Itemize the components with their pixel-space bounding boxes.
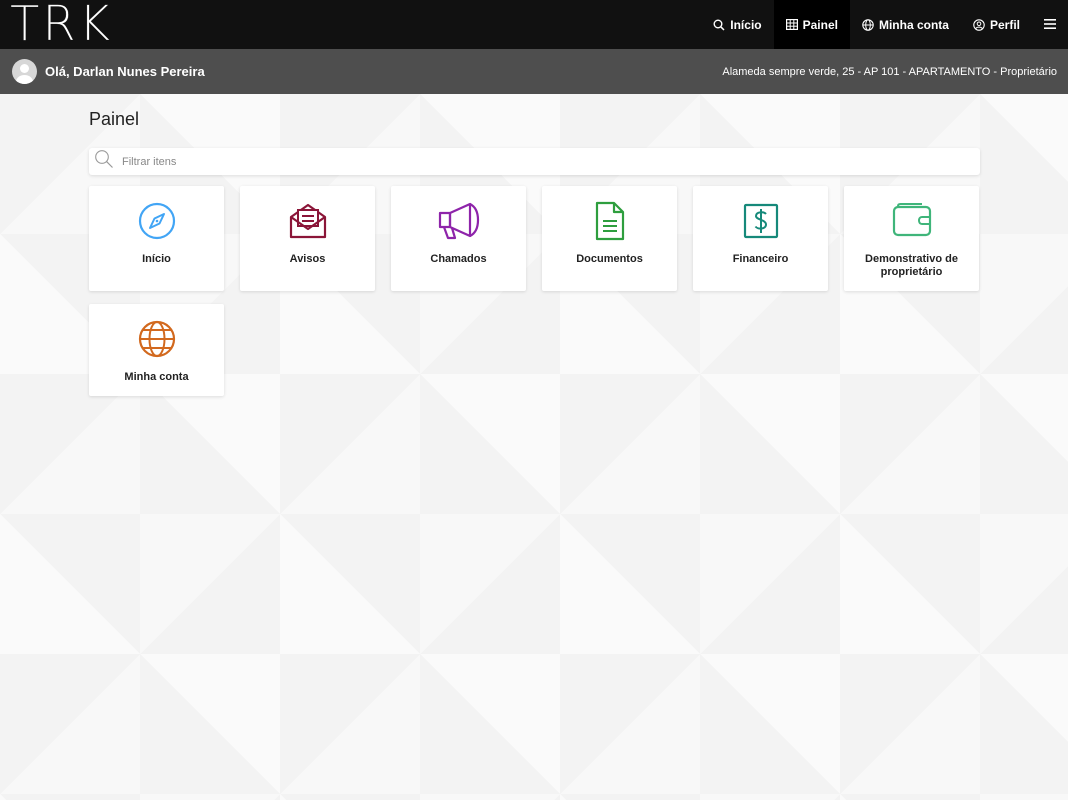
dollar-icon bbox=[742, 201, 780, 241]
grid-icon bbox=[785, 19, 798, 30]
tile-label: Minha conta bbox=[124, 371, 189, 383]
nav-item-label: Perfil bbox=[989, 17, 1020, 32]
nav-item-label: Início bbox=[730, 17, 762, 32]
tile-avisos[interactable]: Avisos bbox=[240, 186, 375, 291]
compass-icon bbox=[137, 201, 177, 241]
hamburger-menu-button[interactable] bbox=[1032, 0, 1068, 49]
search-icon bbox=[94, 149, 114, 174]
nav-item-label: Painel bbox=[802, 17, 838, 32]
globe-icon bbox=[862, 18, 874, 31]
tile-minha-conta[interactable]: Minha conta bbox=[89, 304, 224, 396]
hamburger-menu-icon bbox=[1044, 16, 1056, 34]
user-greeting: Olá, Darlan Nunes Pereira bbox=[45, 64, 205, 79]
page-title: Painel bbox=[89, 109, 140, 129]
tile-label: Chamados bbox=[430, 253, 487, 265]
brand-logo[interactable]: TRK bbox=[0, 0, 113, 49]
user-bar: Olá, Darlan Nunes Pereira Alameda sempre… bbox=[0, 49, 1068, 94]
nav-item-label: Minha conta bbox=[878, 17, 949, 32]
mail-open-icon bbox=[288, 201, 328, 241]
tile-inicio[interactable]: Início bbox=[89, 186, 224, 291]
tile-documentos[interactable]: Documentos bbox=[542, 186, 677, 291]
document-icon bbox=[593, 201, 627, 241]
nav-item-perfil[interactable]: Perfil bbox=[961, 0, 1032, 49]
wallet-icon bbox=[892, 201, 932, 241]
user-circle-icon bbox=[973, 18, 985, 31]
filter-input[interactable] bbox=[122, 155, 980, 168]
nav-item-inicio[interactable]: Início bbox=[701, 0, 773, 49]
avatar[interactable] bbox=[12, 59, 37, 84]
tile-label: Documentos bbox=[576, 253, 643, 265]
user-info: Olá, Darlan Nunes Pereira bbox=[12, 59, 205, 84]
tile-chamados[interactable]: Chamados bbox=[391, 186, 526, 291]
tile-demonstrativo[interactable]: Demonstrativo de proprietário bbox=[844, 186, 979, 291]
megaphone-icon bbox=[438, 201, 480, 241]
tile-label: Início bbox=[142, 253, 171, 265]
filter-bar bbox=[89, 148, 980, 175]
main-nav: Início Painel Minha conta Perfil bbox=[701, 0, 1068, 49]
nav-item-painel[interactable]: Painel bbox=[773, 0, 850, 49]
tile-financeiro[interactable]: Financeiro bbox=[693, 186, 828, 291]
tile-label: Financeiro bbox=[732, 253, 789, 265]
tile-label: Avisos bbox=[289, 253, 326, 265]
globe-icon bbox=[137, 319, 177, 359]
search-icon bbox=[713, 19, 725, 31]
unit-address: Alameda sempre verde, 25 - AP 101 - APAR… bbox=[722, 65, 1057, 78]
nav-item-minha-conta[interactable]: Minha conta bbox=[850, 0, 961, 49]
tile-label: Demonstrativo de proprietário bbox=[865, 253, 958, 278]
top-navbar: TRK Início Painel Minha conta Perfil bbox=[0, 0, 1068, 49]
